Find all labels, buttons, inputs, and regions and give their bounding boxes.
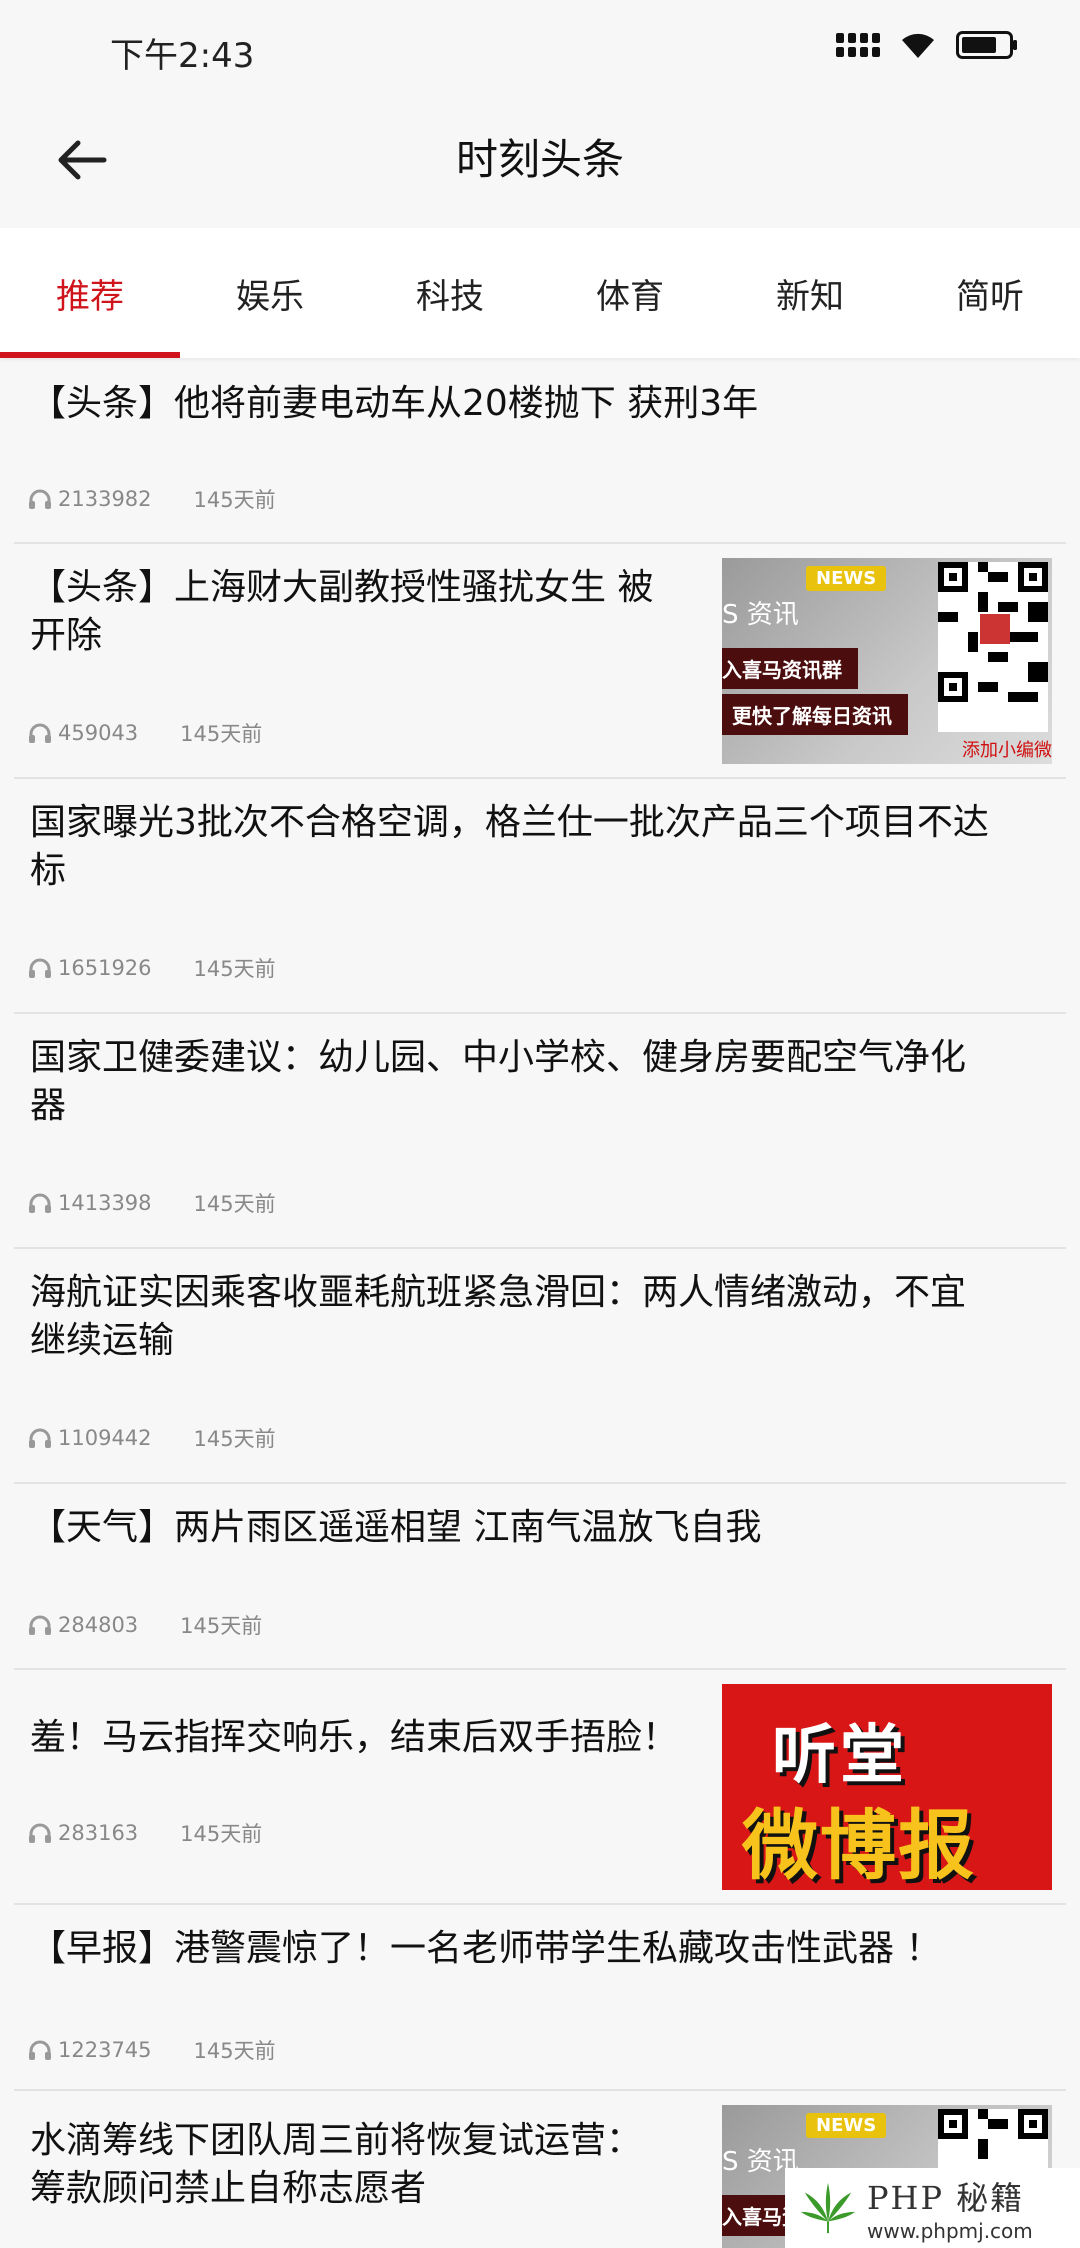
headphones-icon bbox=[29, 1428, 51, 1448]
headphones-icon bbox=[29, 1615, 51, 1635]
list-item[interactable]: 国家卫健委建议：幼儿园、中小学校、健身房要配空气净化 器 1413398 145… bbox=[14, 1014, 1066, 1249]
item-title: 海航证实因乘客收噩耗航班紧急滑回：两人情绪激动，不宜 继续运输 bbox=[30, 1272, 967, 1361]
play-count: 1223745 bbox=[58, 2038, 152, 2062]
tab-entertainment[interactable]: 娱乐 bbox=[180, 228, 360, 358]
tab-brief-audio[interactable]: 简听 bbox=[900, 228, 1080, 358]
category-tabs: 推荐 娱乐 科技 体育 新知 简听 bbox=[0, 228, 1080, 358]
post-age: 145天前 bbox=[180, 722, 263, 746]
watermark-url: www.phpmj.com bbox=[867, 2219, 1033, 2243]
item-title: 【早报】港警震惊了！一名老师带学生私藏攻击性武器 ！ bbox=[30, 1928, 942, 1969]
item-meta: 1651926 145天前 bbox=[28, 953, 276, 983]
headphones-icon bbox=[29, 958, 51, 978]
list-item[interactable]: 【天气】两片雨区遥遥相望 江南气温放飞自我 284803 145天前 bbox=[14, 1484, 1066, 1670]
post-age: 145天前 bbox=[193, 1427, 276, 1451]
post-age: 145天前 bbox=[180, 1822, 263, 1846]
news-badge: NEWS bbox=[806, 2113, 887, 2138]
headphones-icon bbox=[29, 1823, 51, 1843]
item-meta: 1413398 145天前 bbox=[28, 1188, 276, 1218]
headphones-icon bbox=[29, 723, 51, 743]
item-meta: 283163 145天前 bbox=[28, 1818, 262, 1848]
item-title: 【头条】他将前妻电动车从20楼抛下 获刑3年 bbox=[30, 383, 759, 424]
post-age: 145天前 bbox=[193, 488, 276, 512]
tab-sports[interactable]: 体育 bbox=[540, 228, 720, 358]
status-time: 下午2:43 bbox=[110, 36, 255, 76]
headphones-icon bbox=[29, 1193, 51, 1213]
headphones-icon bbox=[29, 489, 51, 509]
item-meta: 284803 145天前 bbox=[28, 1610, 262, 1640]
post-age: 145天前 bbox=[180, 1614, 263, 1638]
post-age: 145天前 bbox=[193, 1192, 276, 1216]
thumbnail-brand: S 资讯 bbox=[722, 600, 799, 630]
status-bar: 下午2:43 bbox=[0, 0, 1080, 100]
news-thumbnail[interactable]: NEWS S 资讯 入喜马资讯群 更快了解每日资讯 添加小编微 bbox=[722, 558, 1052, 764]
play-count: 2133982 bbox=[58, 487, 152, 511]
tab-tech[interactable]: 科技 bbox=[360, 228, 540, 358]
signal-icon bbox=[836, 33, 880, 57]
battery-icon bbox=[956, 30, 1018, 60]
qr-code-icon bbox=[938, 562, 1048, 732]
item-meta: 459043 145天前 bbox=[28, 718, 262, 748]
leaf-logo-icon bbox=[800, 2182, 856, 2234]
list-item[interactable]: 【头条】他将前妻电动车从20楼抛下 获刑3年 2133982 145天前 bbox=[14, 358, 1066, 544]
play-count: 284803 bbox=[58, 1613, 139, 1637]
item-meta: 2133982 145天前 bbox=[28, 484, 276, 514]
news-badge: NEWS bbox=[806, 566, 887, 591]
play-count: 1413398 bbox=[58, 1191, 152, 1215]
site-watermark: PHP 秘籍 www.phpmj.com bbox=[785, 2168, 1080, 2248]
item-title: 【头条】上海财大副教授性骚扰女生 被 开除 bbox=[30, 567, 654, 656]
app-header: 时刻头条 bbox=[0, 100, 1080, 228]
post-age: 145天前 bbox=[193, 2039, 276, 2063]
tab-recommend[interactable]: 推荐 bbox=[0, 228, 180, 358]
news-thumbnail[interactable]: 听堂 微博报 bbox=[722, 1684, 1052, 1890]
item-meta: 1223745 145天前 bbox=[28, 2035, 276, 2065]
status-icons bbox=[836, 30, 1018, 60]
item-title: 国家卫健委建议：幼儿园、中小学校、健身房要配空气净化 器 bbox=[30, 1037, 967, 1126]
list-item[interactable]: 羞！马云指挥交响乐，结束后双手捂脸！ 283163 145天前 听堂 微博报 bbox=[14, 1670, 1066, 1905]
news-feed: 【头条】他将前妻电动车从20楼抛下 获刑3年 2133982 145天前 【头条… bbox=[0, 358, 1080, 2248]
item-meta: 1109442 145天前 bbox=[28, 1423, 276, 1453]
play-count: 459043 bbox=[58, 721, 139, 745]
item-title: 水滴筹线下团队周三前将恢复试运营： 筹款顾问禁止自称志愿者 bbox=[30, 2120, 643, 2209]
tab-knowledge[interactable]: 新知 bbox=[720, 228, 900, 358]
list-item[interactable]: 【早报】港警震惊了！一名老师带学生私藏攻击性武器 ！ 1223745 145天前 bbox=[14, 1905, 1066, 2091]
wifi-icon bbox=[898, 30, 938, 60]
play-count: 1109442 bbox=[58, 1426, 152, 1450]
item-title: 国家曝光3批次不合格空调，格兰仕一批次产品三个项目不达 标 bbox=[30, 802, 989, 891]
play-count: 1651926 bbox=[58, 956, 152, 980]
list-item[interactable]: 海航证实因乘客收噩耗航班紧急滑回：两人情绪激动，不宜 继续运输 1109442 … bbox=[14, 1249, 1066, 1484]
headphones-icon bbox=[29, 2040, 51, 2060]
play-count: 283163 bbox=[58, 1821, 139, 1845]
page-title: 时刻头条 bbox=[455, 135, 624, 184]
post-age: 145天前 bbox=[193, 957, 276, 981]
list-item[interactable]: 【头条】上海财大副教授性骚扰女生 被 开除 459043 145天前 NEWS … bbox=[14, 544, 1066, 779]
watermark-title: PHP 秘籍 bbox=[867, 2179, 1025, 2217]
item-title: 羞！马云指挥交响乐，结束后双手捂脸！ bbox=[30, 1717, 679, 1758]
item-title: 【天气】两片雨区遥遥相望 江南气温放飞自我 bbox=[30, 1507, 762, 1548]
list-item[interactable]: 国家曝光3批次不合格空调，格兰仕一批次产品三个项目不达 标 1651926 14… bbox=[14, 779, 1066, 1014]
